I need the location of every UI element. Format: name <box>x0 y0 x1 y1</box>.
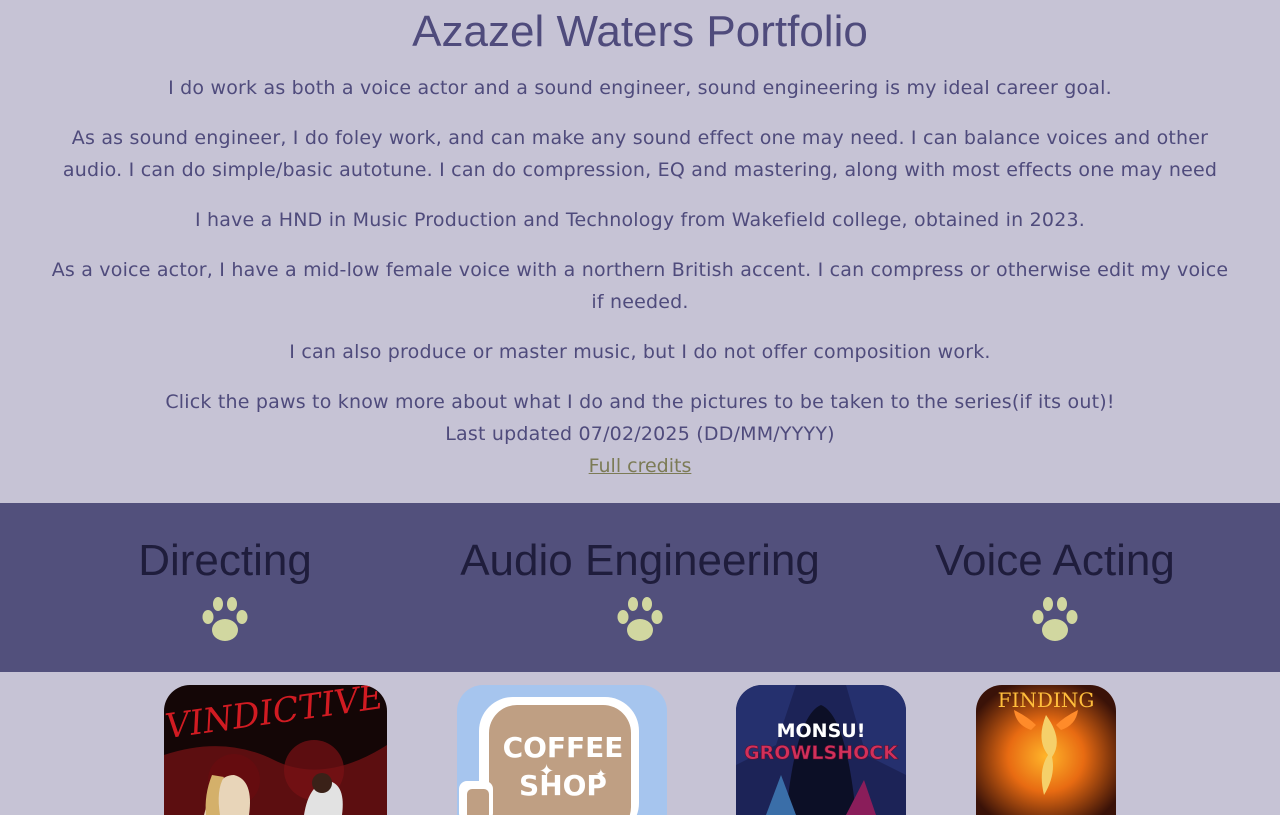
services-band: Directing Audio Engineering Voice Acting <box>0 503 1280 672</box>
series-cover-finding[interactable]: FINDING <box>976 685 1116 815</box>
cover-title-text: MONSU! <box>777 720 866 742</box>
paw-icon[interactable] <box>200 595 250 649</box>
cover-title-text: FINDING <box>998 688 1095 712</box>
section-title: Audio Engineering <box>460 536 820 585</box>
cover-title-text: COFFEE <box>503 731 624 764</box>
cover-subtitle-text: SHOP <box>519 769 607 802</box>
intro-section: Azazel Waters Portfolio I do work as bot… <box>0 0 1280 482</box>
series-cover-monsu-growlshock[interactable]: MONSU! GROWLSHOCK <box>736 685 906 815</box>
series-cover-vindictive[interactable]: VINDICTIVE <box>164 685 387 815</box>
series-cover-coffee-shop[interactable]: COFFEE SHOP ✦ ✦ <box>457 685 667 815</box>
section-directing: Directing <box>15 533 435 649</box>
page-title: Azazel Waters Portfolio <box>412 7 868 56</box>
full-credits-link[interactable]: Full credits <box>589 450 692 482</box>
last-updated: Last updated 07/02/2025 (DD/MM/YYYY) <box>445 423 835 445</box>
section-audio-engineering: Audio Engineering <box>430 533 850 649</box>
intro-paragraph: Click the paws to know more about what I… <box>165 391 1115 413</box>
sparkle-icon: ✦ <box>595 767 607 783</box>
sparkle-icon: ✦ <box>539 761 554 782</box>
intro-paragraph: I have a HND in Music Production and Tec… <box>194 209 1086 231</box>
section-title: Directing <box>138 536 312 585</box>
intro-paragraph: As a voice actor, I have a mid-low femal… <box>51 259 1229 313</box>
intro-paragraph: I can also produce or master music, but … <box>289 341 991 363</box>
paw-icon[interactable] <box>1030 595 1080 649</box>
cover-subtitle-text: GROWLSHOCK <box>744 742 899 764</box>
section-title: Voice Acting <box>935 536 1175 585</box>
paw-icon[interactable] <box>615 595 665 649</box>
intro-paragraph: As as sound engineer, I do foley work, a… <box>62 127 1218 181</box>
intro-paragraph: I do work as both a voice actor and a so… <box>168 77 1112 99</box>
section-voice-acting: Voice Acting <box>845 533 1265 649</box>
series-gallery: VINDICTIVE COFFEE SHOP ✦ ✦ MONSU! GROWLS… <box>0 685 1280 815</box>
